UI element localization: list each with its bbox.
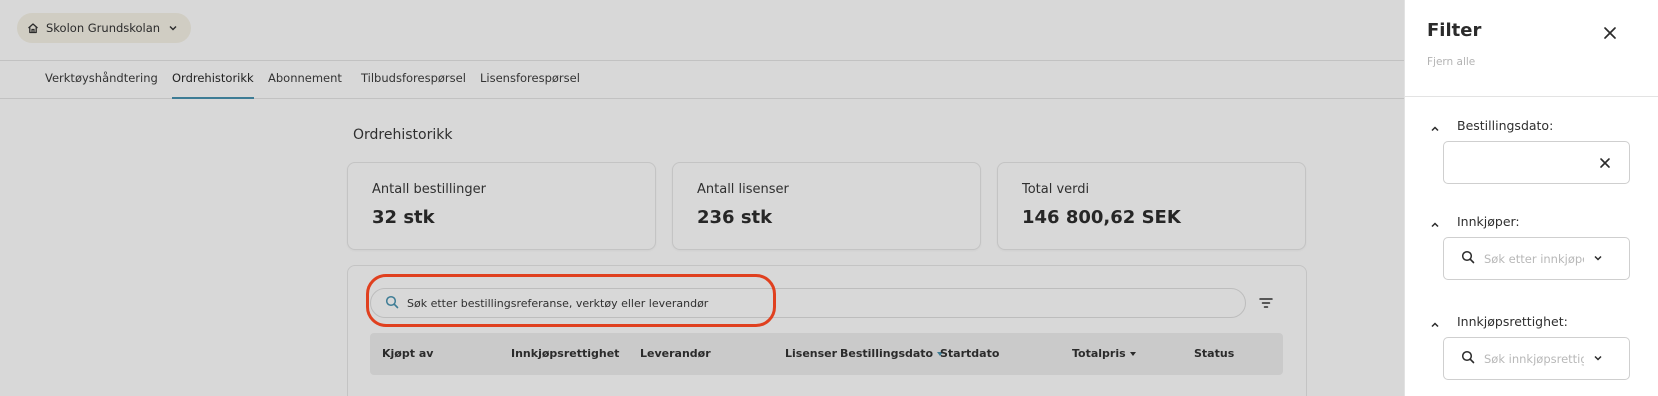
- clear-all-link[interactable]: Fjern alle: [1427, 56, 1475, 68]
- chevron-up-icon[interactable]: [1429, 216, 1441, 235]
- filter-title: Filter: [1427, 20, 1482, 41]
- column-header-totalpris[interactable]: Totalpris: [1072, 333, 1136, 375]
- innkjopsrettighet-select[interactable]: Søk innkjøpsrettighet: [1443, 337, 1630, 380]
- search-icon: [1461, 349, 1475, 368]
- innkjopsrettighet-placeholder: Søk innkjøpsrettighet: [1484, 351, 1584, 366]
- tab-tilbudsforesporsel[interactable]: Tilbudsforespørsel: [361, 62, 466, 99]
- filter-label: Innkjøper:: [1457, 214, 1520, 229]
- stat-label: Total verdi: [1022, 182, 1090, 197]
- top-bar: Skolon Grundskolan: [0, 0, 1404, 61]
- chevron-down-icon: [1592, 249, 1604, 268]
- school-selector[interactable]: Skolon Grundskolan: [17, 13, 192, 43]
- innkjoper-placeholder: Søk etter innkjøper: [1484, 251, 1584, 266]
- sort-icon: [1129, 352, 1136, 356]
- chevron-up-icon[interactable]: [1429, 120, 1441, 139]
- column-header-startdato[interactable]: Startdato: [940, 333, 999, 375]
- chevron-up-icon[interactable]: [1429, 316, 1441, 335]
- stat-label: Antall bestillinger: [372, 182, 486, 197]
- column-header-kjopt-av[interactable]: Kjøpt av: [382, 333, 433, 375]
- page-title: Ordrehistorikk: [353, 127, 453, 143]
- search-icon: [1461, 249, 1475, 268]
- order-table-panel: Søk etter bestillingsreferanse, verktøy …: [347, 265, 1307, 396]
- column-header-lisenser[interactable]: Lisenser: [785, 333, 837, 375]
- column-header-innkjopsrettighet[interactable]: Innkjøpsrettighet: [511, 333, 619, 375]
- date-range-field[interactable]: [1443, 141, 1630, 184]
- tab-ordrehistorikk[interactable]: Ordrehistorikk: [172, 62, 254, 99]
- stat-value: 236 stk: [697, 207, 773, 228]
- filter-label: Innkjøpsrettighet:: [1457, 314, 1568, 329]
- chevron-down-icon: [167, 22, 179, 34]
- tab-bar: Verktøyshåndtering Ordrehistorikk Abonne…: [0, 62, 1404, 99]
- close-icon[interactable]: [1601, 24, 1619, 42]
- innkjoper-select[interactable]: Søk etter innkjøper: [1443, 237, 1630, 280]
- filter-drawer-header: Filter Fjern alle: [1405, 0, 1658, 97]
- stat-card-orders: Antall bestillinger 32 stk: [347, 162, 656, 250]
- filter-label: Bestillingsdato:: [1457, 118, 1554, 133]
- tab-verktoyshandtering[interactable]: Verktøyshåndtering: [45, 62, 158, 99]
- stat-value: 32 stk: [372, 207, 435, 228]
- clear-date-icon[interactable]: [1598, 155, 1612, 174]
- search-text: Søk etter bestillingsreferanse, verktøy …: [407, 296, 709, 310]
- home-icon: [27, 22, 39, 34]
- filter-icon[interactable]: [1258, 295, 1274, 315]
- filter-drawer: Filter Fjern alle Bestillingsdato: Innkj…: [1404, 0, 1658, 396]
- stat-value: 146 800,62 SEK: [1022, 207, 1181, 228]
- stat-card-licenses: Antall lisenser 236 stk: [672, 162, 981, 250]
- stat-label: Antall lisenser: [697, 182, 789, 197]
- tab-lisensforesporsel[interactable]: Lisensforespørsel: [480, 62, 580, 99]
- chevron-down-icon: [1592, 349, 1604, 368]
- search-icon: [385, 295, 399, 312]
- table-header: Kjøpt av Innkjøpsrettighet Leverandør Li…: [370, 333, 1283, 375]
- search-input[interactable]: Søk etter bestillingsreferanse, verktøy …: [370, 288, 1246, 318]
- school-name: Skolon Grundskolan: [46, 21, 161, 35]
- stat-card-total-value: Total verdi 146 800,62 SEK: [997, 162, 1306, 250]
- column-header-status[interactable]: Status: [1194, 333, 1234, 375]
- column-header-leverandor[interactable]: Leverandør: [640, 333, 711, 375]
- tab-abonnement[interactable]: Abonnement: [268, 62, 342, 99]
- column-header-bestillingsdato[interactable]: Bestillingsdato: [840, 333, 944, 375]
